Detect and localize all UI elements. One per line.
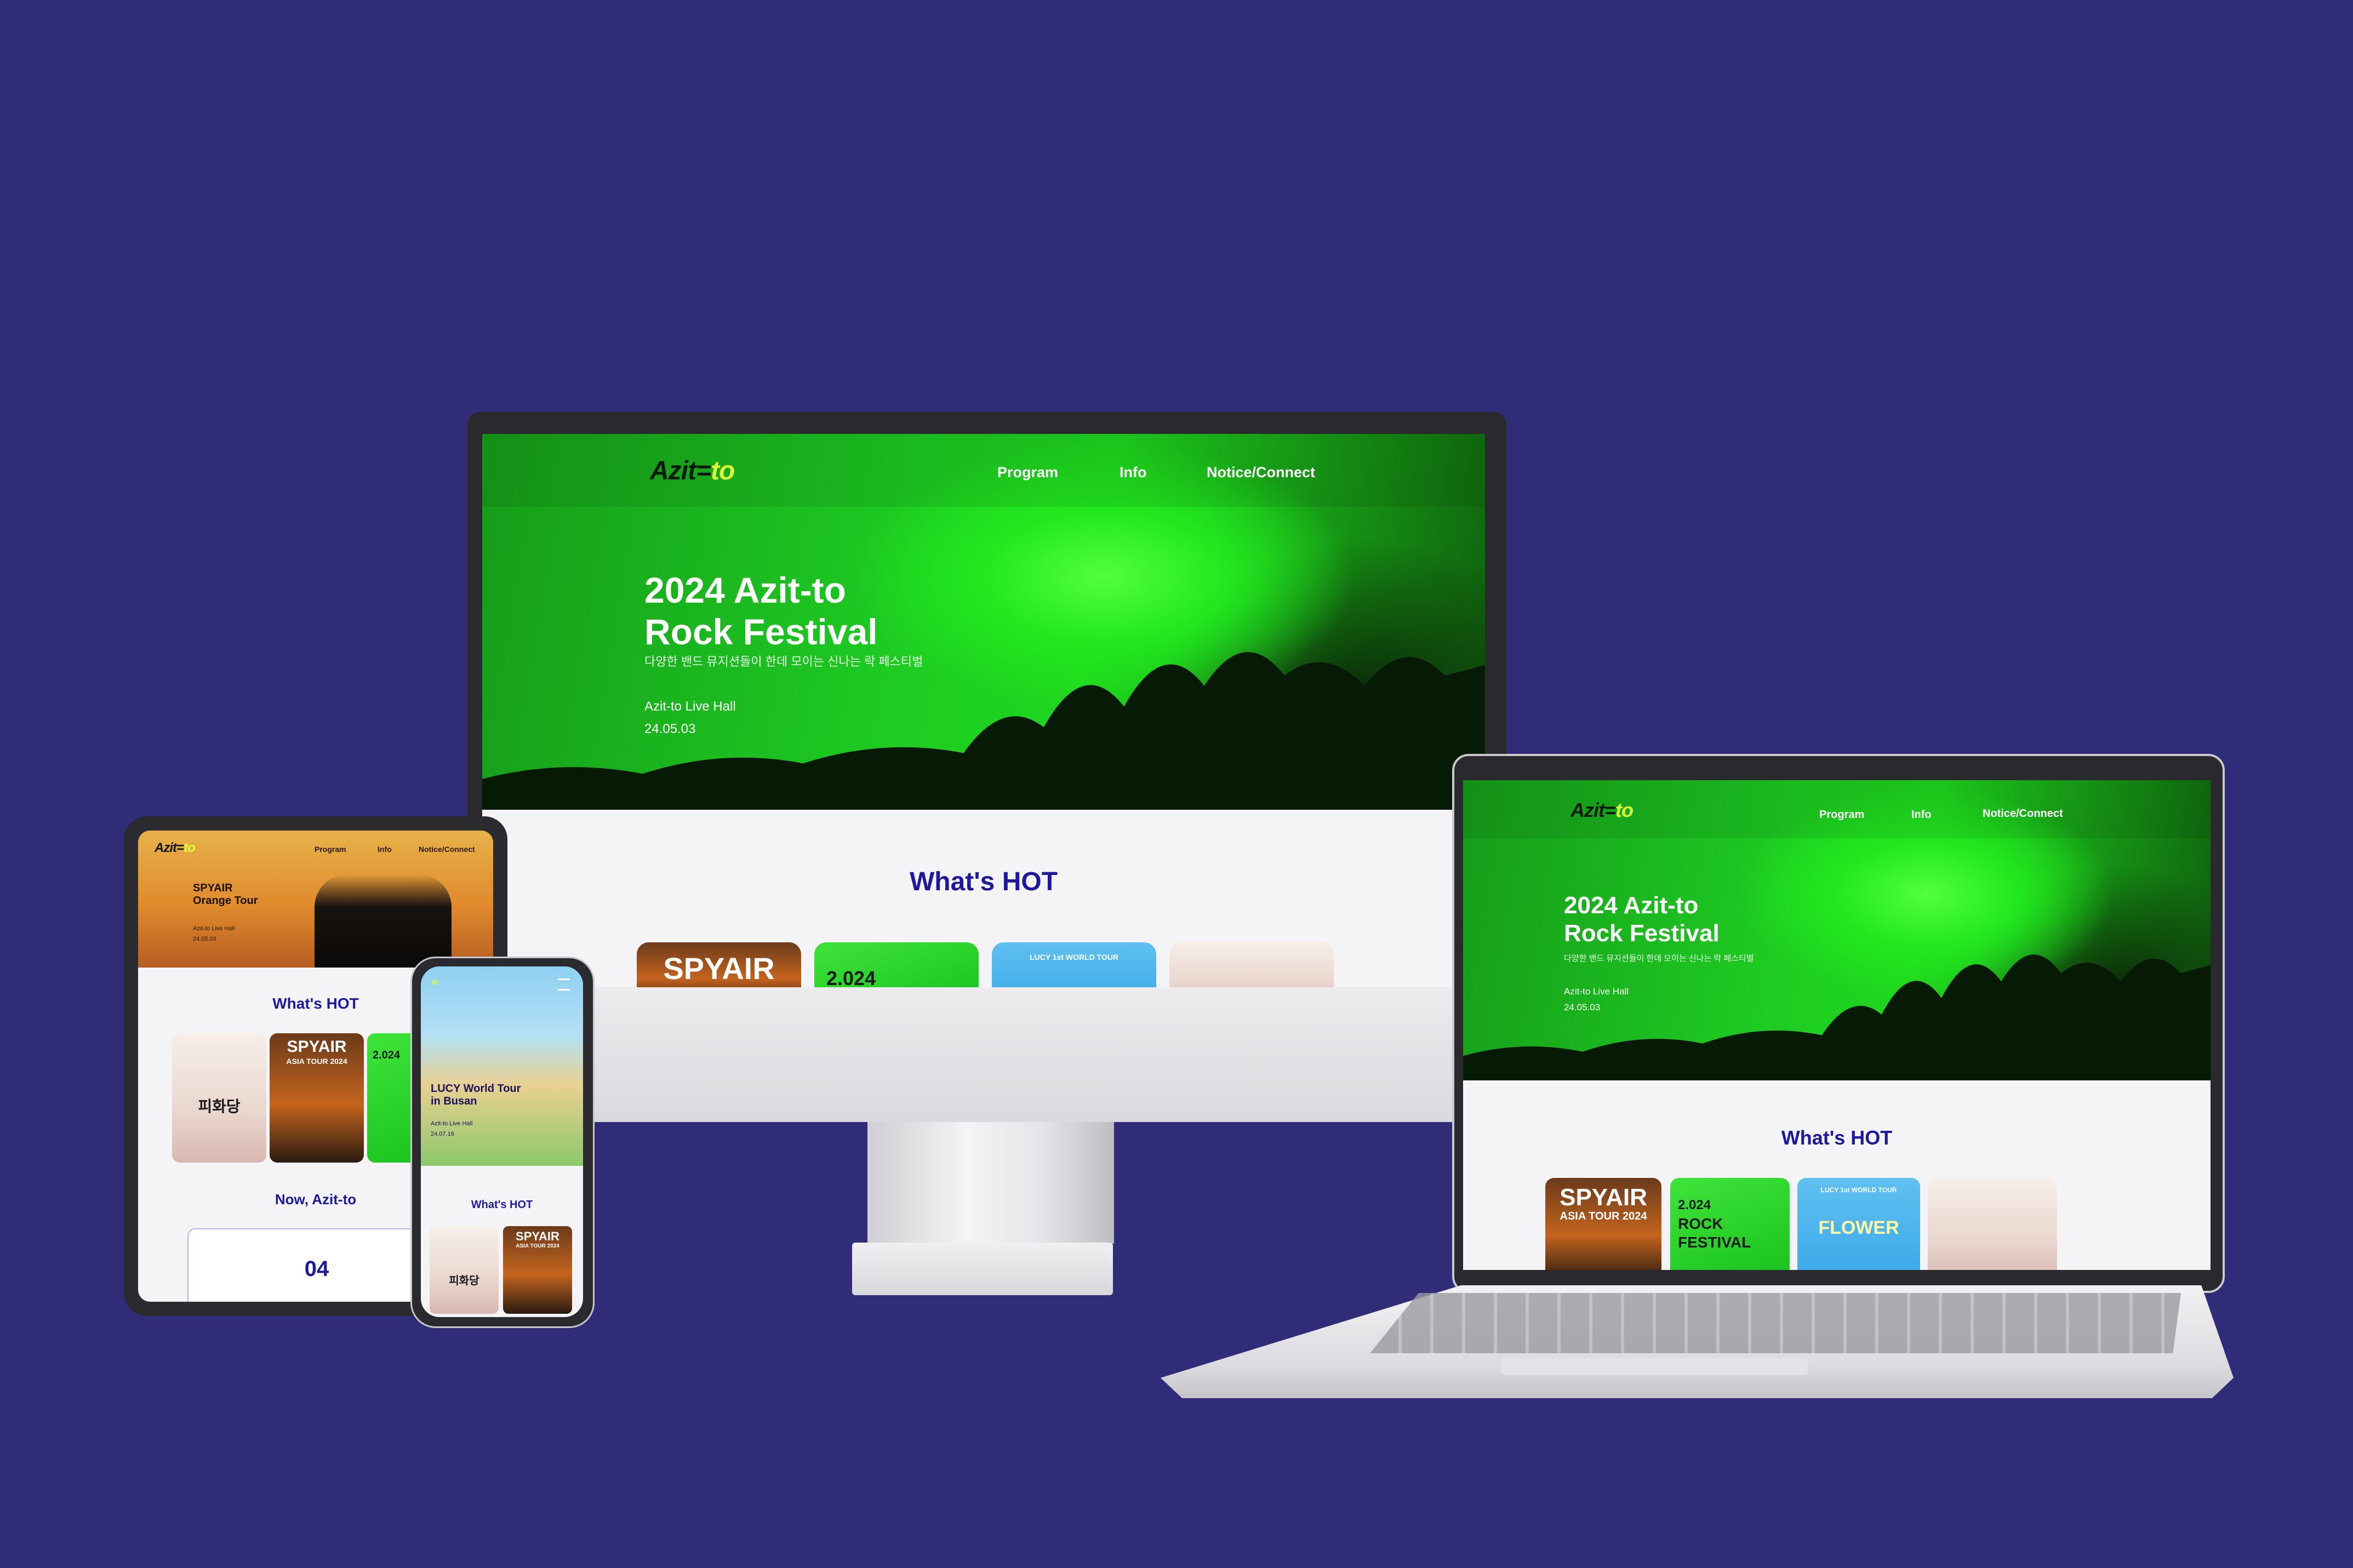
card-lucy-tour[interactable]: LUCY 1st WORLD TOUR bbox=[992, 942, 1156, 987]
festival-title: 2024 Azit-to Rock Festival bbox=[644, 570, 878, 652]
festival-subtitle: 다양한 밴드 뮤지션들이 한데 모이는 신나는 락 페스티벌 bbox=[644, 655, 923, 668]
nav-program-link[interactable]: Program bbox=[997, 464, 1058, 481]
nav-notice-connect-link[interactable]: Notice/Connect bbox=[1207, 464, 1315, 481]
desktop-stand-base bbox=[852, 1243, 1113, 1295]
laptop-screen: Azit=to Program Info Notice/Connect 2024… bbox=[1463, 780, 2211, 1270]
desktop-hero: Azit=to Program Info Notice/Connect 2024… bbox=[482, 434, 1485, 810]
phone-card-spyair[interactable]: SPYAIR ASIA TOUR 2024 bbox=[503, 1226, 572, 1314]
laptop-nav: Azit=to Program Info Notice/Connect bbox=[1463, 780, 2211, 838]
desktop-nav: Azit=to Program Info Notice/Connect bbox=[482, 434, 1485, 507]
phone-hero-title: LUCY World Tour in Busan bbox=[431, 1083, 521, 1107]
tablet-nav-notice[interactable]: Notice/Connect bbox=[419, 845, 475, 854]
tablet-hero: Azit=to Program Info Notice/Connect SPYA… bbox=[138, 831, 493, 968]
laptop-card-spyair[interactable]: SPYAIR ASIA TOUR 2024 bbox=[1545, 1178, 1661, 1270]
nav-info-link[interactable]: Info bbox=[1120, 464, 1146, 481]
laptop-festival-subtitle: 다양한 밴드 뮤지션들이 한데 모이는 신나는 락 페스티벌 bbox=[1564, 954, 1754, 963]
laptop-trackpad bbox=[1501, 1359, 1808, 1375]
card-spyair[interactable]: SPYAIR bbox=[637, 942, 801, 987]
laptop-nav-notice[interactable]: Notice/Connect bbox=[1983, 808, 2063, 820]
phone-hero-meta: Azit-to Live Hall 24.07.16 bbox=[431, 1120, 473, 1137]
phone-whats-hot-heading: What's HOT bbox=[471, 1199, 533, 1211]
desktop-logo[interactable]: Azit=to bbox=[650, 456, 735, 486]
phone-logo[interactable]: to bbox=[432, 977, 438, 986]
laptop-card-pihwadang[interactable] bbox=[1928, 1178, 2057, 1270]
desktop-screen: Azit=to Program Info Notice/Connect 2024… bbox=[482, 434, 1485, 987]
phone-screen: to LUCY World Tour in Busan Azit-to Live… bbox=[421, 966, 583, 1317]
laptop-logo[interactable]: Azit=to bbox=[1570, 799, 1634, 822]
card-pihwadang[interactable] bbox=[1169, 942, 1334, 987]
menu-icon[interactable] bbox=[558, 978, 570, 991]
laptop-nav-program[interactable]: Program bbox=[1819, 809, 1864, 821]
phone-hero: to LUCY World Tour in Busan Azit-to Live… bbox=[421, 966, 583, 1166]
card-rock-festival[interactable]: 2.024 bbox=[814, 942, 979, 987]
tablet-hero-title: SPYAIR Orange Tour bbox=[193, 882, 258, 907]
crowd-silhouette bbox=[482, 651, 1485, 810]
tablet-nav-program[interactable]: Program bbox=[315, 845, 346, 854]
tablet-card-spyair[interactable]: SPYAIR ASIA TOUR 2024 bbox=[270, 1033, 364, 1163]
laptop-card-lucy[interactable]: LUCY 1st WORLD TOUR FLOWER bbox=[1797, 1178, 1920, 1270]
band-photo bbox=[315, 874, 452, 968]
tablet-logo[interactable]: Azit=to bbox=[155, 840, 196, 856]
phone-card-pihwadang[interactable]: 피화당 bbox=[430, 1226, 499, 1314]
laptop-festival-title: 2024 Azit-to Rock Festival bbox=[1564, 892, 1720, 947]
whats-hot-heading: What's HOT bbox=[909, 867, 1058, 896]
laptop-nav-info[interactable]: Info bbox=[1911, 809, 1932, 821]
laptop-festival-meta: Azit-to Live Hall 24.05.03 bbox=[1564, 986, 1629, 1012]
tablet-nav-info[interactable]: Info bbox=[378, 845, 392, 854]
laptop-card-rock[interactable]: 2.024 ROCK FESTIVAL bbox=[1670, 1178, 1790, 1270]
festival-meta: Azit-to Live Hall 24.05.03 bbox=[644, 699, 736, 736]
desktop-chin bbox=[478, 986, 1495, 1122]
tablet-card-pihwadang[interactable]: 피화당 bbox=[172, 1033, 266, 1163]
laptop-whats-hot-heading: What's HOT bbox=[1781, 1126, 1893, 1149]
laptop-keyboard bbox=[1370, 1293, 2181, 1353]
now-count-box: 04 bbox=[187, 1228, 446, 1302]
tablet-hero-meta: Azit-to Live Hall 24.05.03 bbox=[193, 925, 235, 942]
laptop-hero: Azit=to Program Info Notice/Connect 2024… bbox=[1463, 780, 2211, 1080]
now-count: 04 bbox=[304, 1257, 329, 1281]
